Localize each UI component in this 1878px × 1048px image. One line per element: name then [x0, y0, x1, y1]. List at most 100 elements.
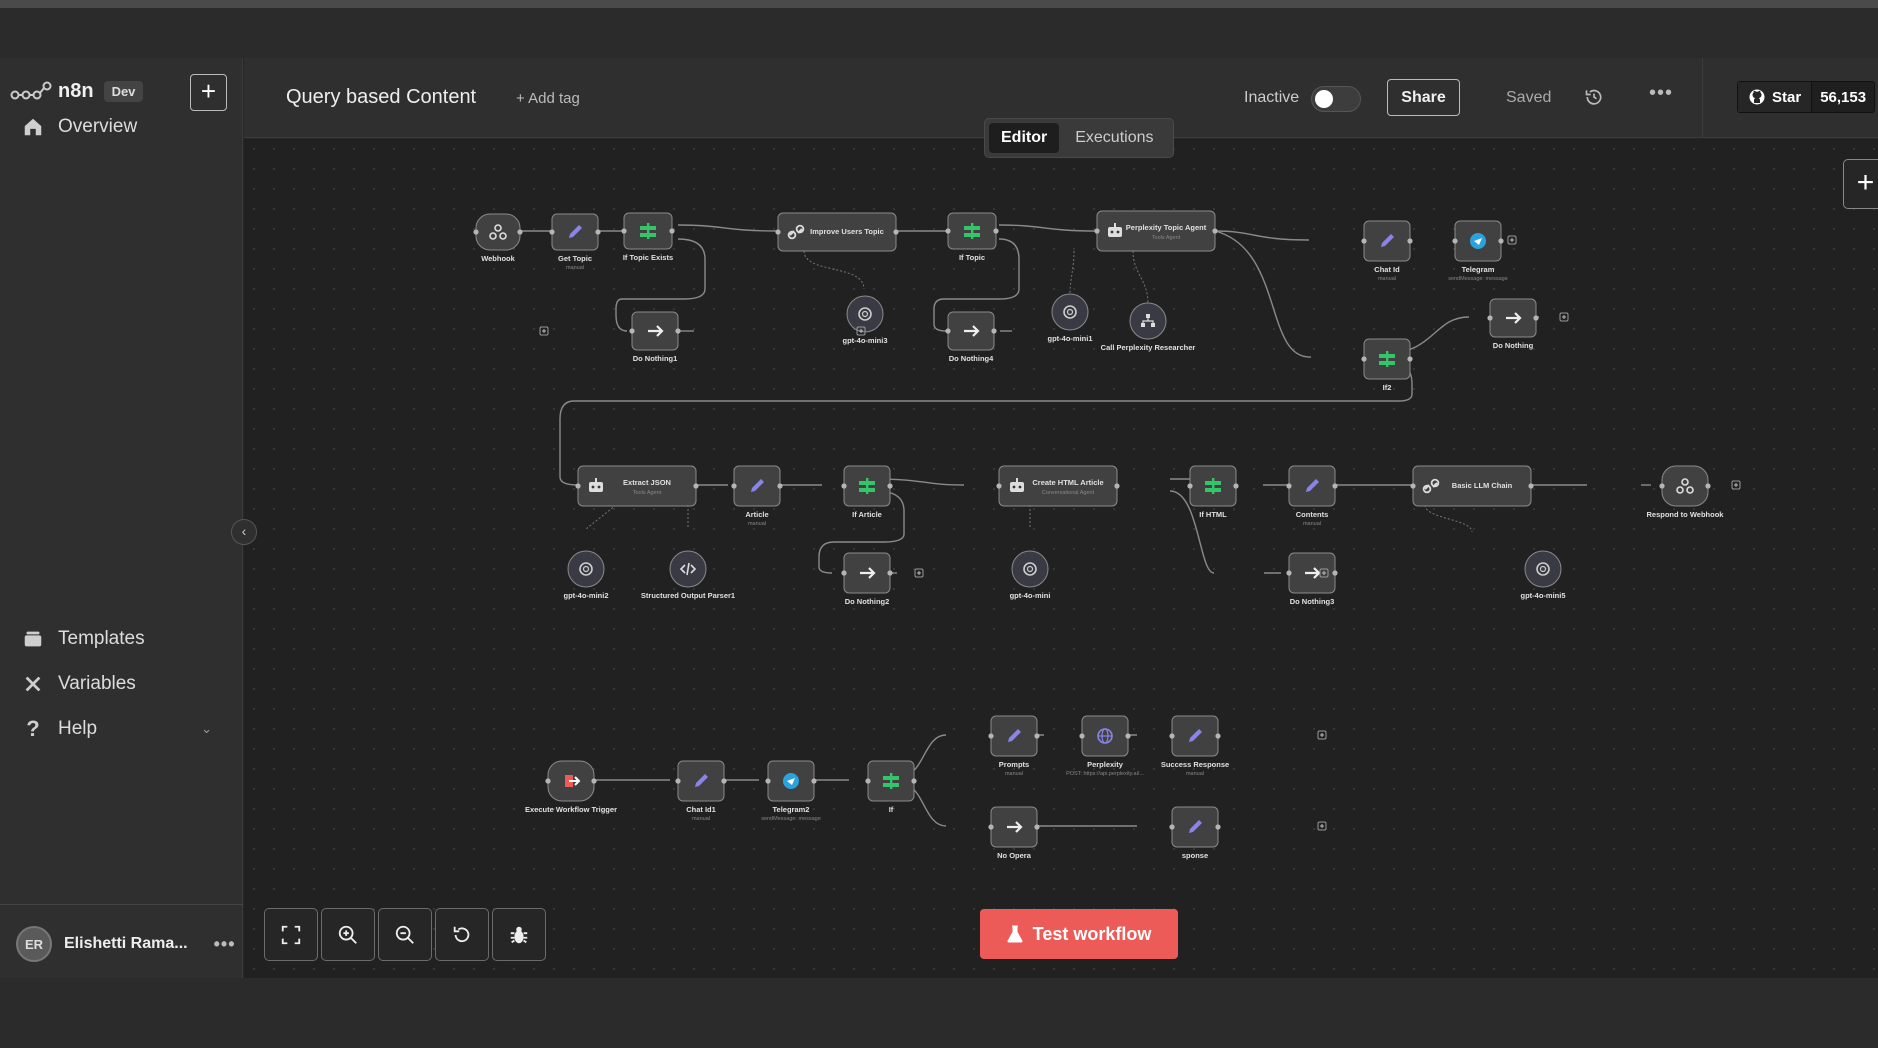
node-connector[interactable] [887, 483, 893, 489]
node-gpt-4o-mini5[interactable]: gpt-4o-mini5 [1521, 550, 1566, 600]
sidebar-item-variables[interactable]: Variables [22, 673, 136, 695]
node-do-nothing3[interactable]: Do Nothing3 [1286, 552, 1338, 606]
node-connector[interactable] [841, 483, 847, 489]
node-connector[interactable] [1233, 483, 1239, 489]
node-if-html[interactable]: If HTML [1187, 465, 1239, 519]
node-connector[interactable] [1215, 824, 1221, 830]
node-connector[interactable] [595, 229, 601, 235]
node-connector[interactable] [1705, 483, 1711, 489]
node-connector[interactable] [775, 229, 781, 235]
node-do-nothing2[interactable]: Do Nothing2 [841, 552, 893, 606]
more-options-icon[interactable]: ••• [1649, 82, 1673, 105]
workflow-name[interactable]: Query based Content [286, 86, 476, 109]
node-webhook[interactable]: Webhook [473, 213, 523, 263]
node-connector[interactable] [988, 733, 994, 739]
node-connector[interactable] [1407, 356, 1413, 362]
node-connector[interactable] [1332, 570, 1338, 576]
node-connector[interactable] [1114, 483, 1120, 489]
node-connector[interactable] [575, 483, 581, 489]
user-menu[interactable]: ER Elishetti Rama... ••• [16, 926, 236, 962]
node-connector[interactable] [473, 229, 479, 235]
node-connector[interactable] [1286, 483, 1292, 489]
node-connector[interactable] [1187, 483, 1193, 489]
node-connector[interactable] [675, 328, 681, 334]
node-chat-id1[interactable]: Chat Id1 manual [675, 760, 727, 822]
reset-zoom-button[interactable] [435, 908, 489, 961]
node-gpt-4o-mini[interactable]: gpt-4o-mini [1010, 550, 1051, 600]
node-improve-users-topic[interactable]: Improve Users Topic [775, 212, 899, 252]
node-success-response[interactable]: Success Response manual [1161, 715, 1229, 777]
node-gpt-4o-mini1[interactable]: gpt-4o-mini1 [1048, 293, 1093, 343]
node-connector[interactable] [1407, 238, 1413, 244]
node-connector[interactable] [1659, 483, 1665, 489]
workflow-canvas[interactable]: Webhook Get Topic manual If Topic Exists Imp… [231, 139, 1878, 978]
create-button[interactable]: + [190, 74, 227, 111]
node-get-topic[interactable]: Get Topic manual [549, 213, 601, 271]
node-connector[interactable] [893, 229, 899, 235]
node-connector[interactable] [621, 228, 627, 234]
sidebar-item-overview[interactable]: Overview [22, 116, 137, 138]
node-connector[interactable] [945, 228, 951, 234]
node-telegram[interactable]: Telegram sendMessage: message [1448, 220, 1508, 282]
node-perplexity[interactable]: Perplexity POST: https://api.perplexity.a… [1066, 715, 1144, 777]
test-workflow-button[interactable]: Test workflow [980, 909, 1178, 959]
tab-executions[interactable]: Executions [1063, 123, 1165, 153]
node-connector[interactable] [1125, 733, 1131, 739]
add-next-node-icon[interactable] [1731, 480, 1741, 490]
node-connector[interactable] [1212, 228, 1218, 234]
node-connector[interactable] [765, 778, 771, 784]
zoom-out-button[interactable] [378, 908, 432, 961]
add-tag-button[interactable]: + Add tag [516, 90, 580, 107]
add-next-node-icon[interactable] [914, 568, 924, 578]
node-connector[interactable] [1452, 238, 1458, 244]
node-do-nothing4[interactable]: Do Nothing4 [945, 311, 997, 363]
node-connector[interactable] [693, 483, 699, 489]
node-article[interactable]: Article manual [731, 465, 783, 527]
node-prompts[interactable]: Prompts manual [988, 715, 1040, 777]
node-connector[interactable] [1169, 824, 1175, 830]
node-error-response[interactable]: sponse [1169, 806, 1221, 860]
node-connector[interactable] [1528, 483, 1534, 489]
node-connector[interactable] [1286, 570, 1292, 576]
node-connector[interactable] [777, 483, 783, 489]
node-connector[interactable] [517, 229, 523, 235]
node-connector[interactable] [669, 228, 675, 234]
node-connector[interactable] [591, 778, 597, 784]
zoom-to-fit-button[interactable] [264, 908, 318, 961]
sidebar-item-templates[interactable]: Templates [22, 628, 145, 650]
node-extract-json[interactable]: Extract JSON Tools Agent [575, 465, 699, 507]
n8n-logo[interactable]: n8n Dev [10, 80, 144, 103]
node-connector[interactable] [1498, 238, 1504, 244]
node-if-topic[interactable]: If Topic [945, 212, 999, 262]
node-connector[interactable] [945, 328, 951, 334]
node-do-nothing1[interactable]: Do Nothing1 [629, 311, 681, 363]
node-connector[interactable] [545, 778, 551, 784]
node-connector[interactable] [549, 229, 555, 235]
node-connector[interactable] [1410, 483, 1416, 489]
node-connector[interactable] [1361, 238, 1367, 244]
add-next-node-icon[interactable] [539, 326, 549, 336]
node-connector[interactable] [1332, 483, 1338, 489]
add-next-node-icon[interactable] [1317, 730, 1327, 740]
node-connector[interactable] [1361, 356, 1367, 362]
active-toggle[interactable] [1311, 86, 1361, 112]
node-connector[interactable] [629, 328, 635, 334]
node-gpt-4o-mini2[interactable]: gpt-4o-mini2 [564, 550, 609, 600]
node-create-html-article[interactable]: Create HTML Article Conversational Agent [996, 465, 1120, 507]
user-options-icon[interactable]: ••• [214, 934, 236, 955]
github-star-button[interactable]: Star 56,153 [1737, 81, 1876, 113]
node-contents[interactable]: Contents manual [1286, 465, 1338, 527]
node-gpt-4o-mini3[interactable]: gpt-4o-mini3 [843, 295, 888, 345]
node-connector[interactable] [1533, 315, 1539, 321]
node-connector[interactable] [811, 778, 817, 784]
node-if[interactable]: If [865, 760, 917, 814]
node-connector[interactable] [993, 228, 999, 234]
add-next-node-icon[interactable] [1507, 235, 1517, 245]
add-next-node-icon[interactable] [1559, 312, 1569, 322]
zoom-in-button[interactable] [321, 908, 375, 961]
node-connector[interactable] [1079, 733, 1085, 739]
node-if2[interactable]: If2 [1361, 338, 1413, 392]
node-connector[interactable] [991, 328, 997, 334]
node-connector[interactable] [887, 570, 893, 576]
collapse-sidebar-button[interactable]: ‹ [231, 519, 257, 545]
